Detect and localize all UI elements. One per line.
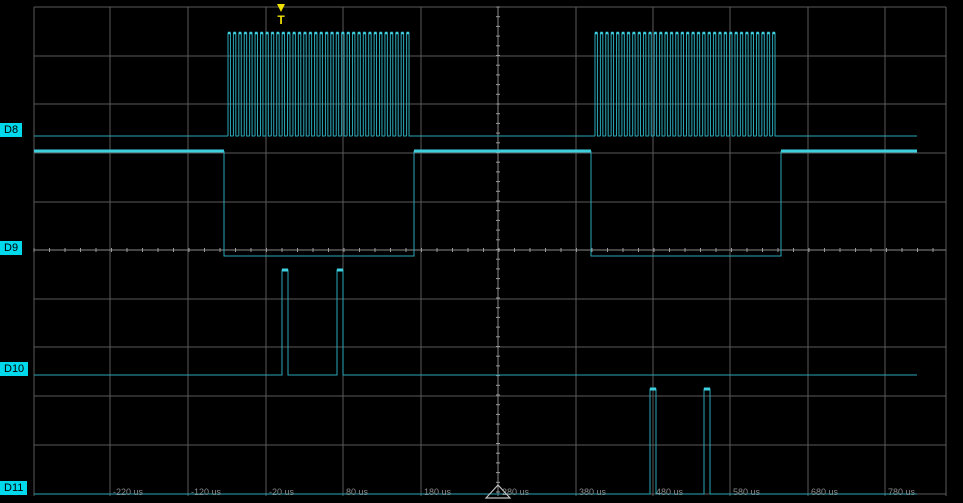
time-tick-label: 180 us (424, 487, 452, 497)
channel-label-text: D10 (4, 363, 25, 375)
channel-label-text: D8 (4, 124, 19, 136)
trigger-label: T (277, 13, 285, 27)
logic-analyzer-window: -220 us -120 us -20 us 80 us 180 us 280 us 380… (0, 0, 963, 503)
time-tick-label: 280 us (502, 487, 530, 497)
waveform-display: -220 us -120 us -20 us 80 us 180 us 280 us 380… (0, 0, 963, 503)
channel-label-d8[interactable]: D8 (0, 123, 23, 137)
channel-label-d9[interactable]: D9 (0, 241, 23, 255)
channel-label-d11[interactable]: D11 (0, 481, 28, 495)
channel-label-text: D9 (4, 242, 19, 254)
time-tick-label: 380 us (579, 487, 607, 497)
time-tick-label: -20 us (269, 487, 295, 497)
time-tick-label: -120 us (191, 487, 222, 497)
display-background (0, 0, 963, 503)
time-tick-label: -220 us (113, 487, 144, 497)
channel-label-text: D11 (4, 482, 24, 494)
time-tick-label: 580 us (733, 487, 761, 497)
channel-label-d10[interactable]: D10 (0, 362, 29, 376)
time-tick-label: 680 us (811, 487, 839, 497)
time-tick-label: 780 us (888, 487, 916, 497)
time-tick-label: 80 us (346, 487, 369, 497)
time-tick-label: 480 us (656, 487, 684, 497)
